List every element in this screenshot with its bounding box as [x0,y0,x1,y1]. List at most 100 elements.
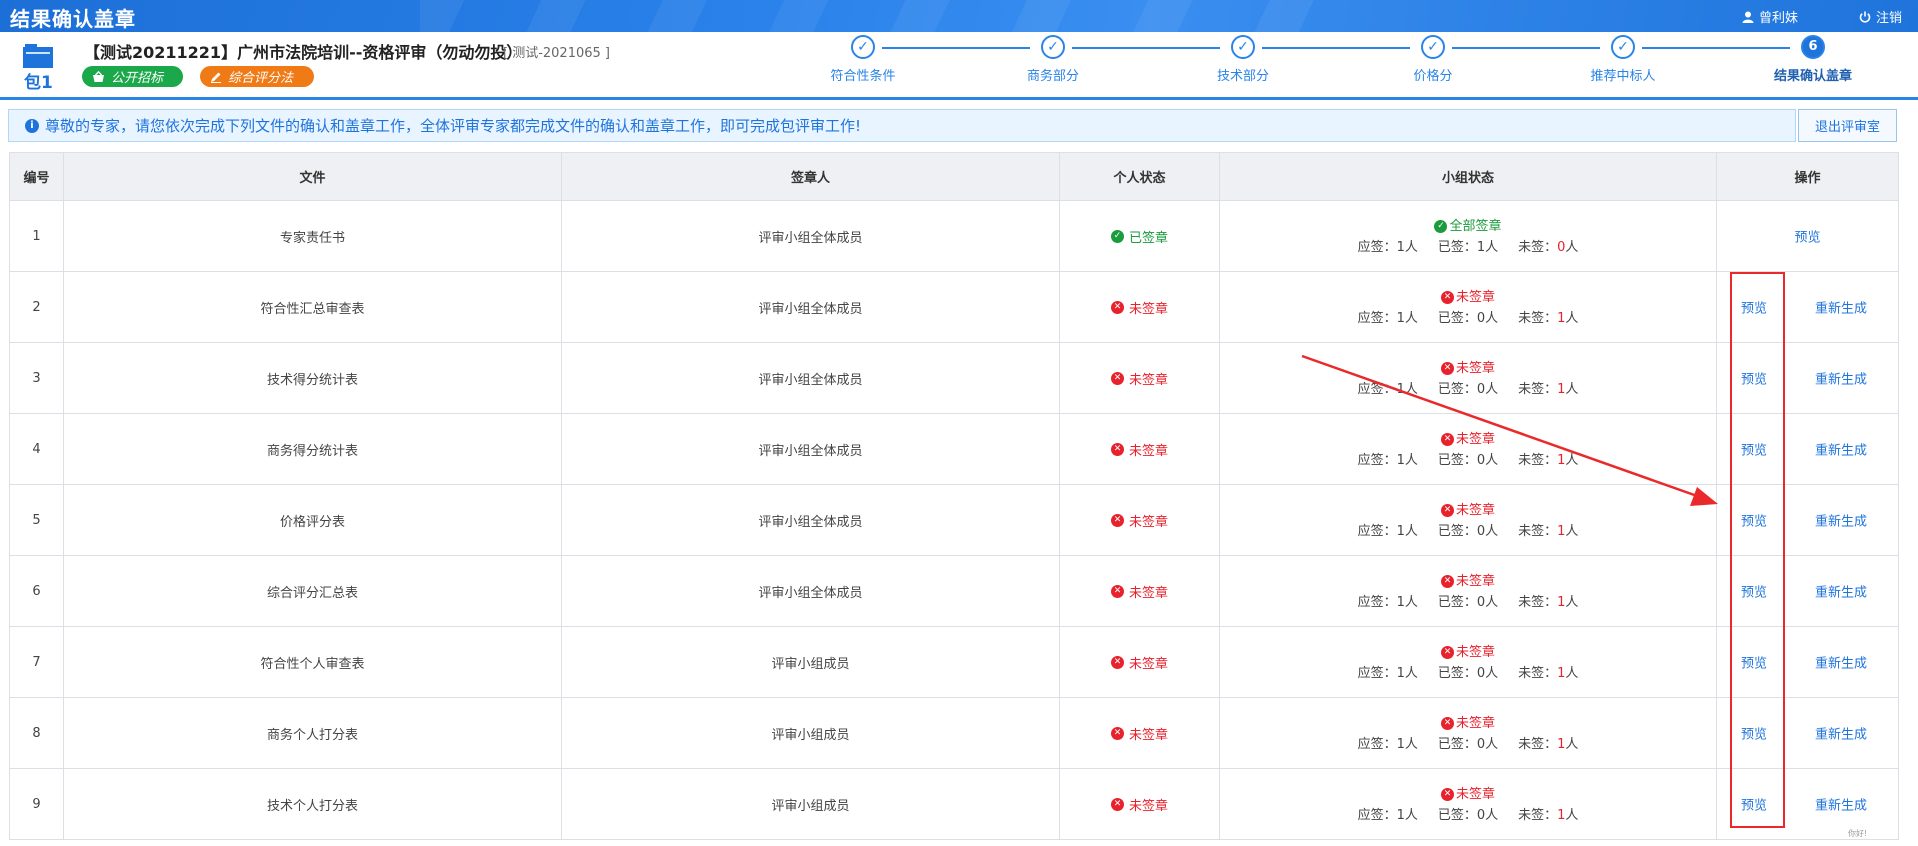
unsigned-count: 未签：1人 [1518,382,1578,397]
cell-file: 符合性个人审查表 [63,626,562,698]
regenerate-link[interactable]: 重新生成 [1815,724,1867,743]
step-label: 推荐中标人 [1590,69,1656,84]
user-icon [1742,11,1754,23]
cell-group-status: ✕ 未签章 应签：1人 已签：0人 未签：1人 [1219,413,1717,485]
progress-steps: ✓ 符合性条件 ✓ 商务部分 ✓ 技术部分 ✓ 价格分 ✓ 推荐中标人 6 结果… [760,32,1918,100]
group-status: ✕ 未签章 [1440,429,1495,450]
group-status-label: 未签章 [1455,645,1495,660]
step-check-icon: ✓ [851,35,875,59]
group-status: ✕ 未签章 [1440,287,1495,308]
x-circle-icon: ✕ [1110,797,1124,811]
step-recommend[interactable]: ✓ 推荐中标人 [1553,35,1693,84]
regenerate-link[interactable]: 重新生成 [1815,582,1867,601]
regenerate-link[interactable]: 重新生成 [1815,795,1867,814]
cell-no: 3 [9,342,64,414]
unsigned-unit: 人 [1565,311,1579,326]
preview-link[interactable]: 预览 [1741,582,1767,601]
cell-signer: 评审小组成员 [561,626,1060,698]
power-icon [1859,11,1871,23]
regenerate-link[interactable]: 重新生成 [1815,298,1867,317]
personal-status: ✕ 未签章 [1110,298,1168,317]
cell-group-status: ✕ 未签章 应签：1人 已签：0人 未签：1人 [1219,271,1717,343]
cell-actions: 预览 重新生成 [1716,271,1899,343]
personal-status-label: 未签章 [1128,656,1168,672]
preview-link[interactable]: 预览 [1741,298,1767,317]
cell-signer: 评审小组全体成员 [561,200,1060,272]
preview-link[interactable]: 预览 [1741,440,1767,459]
project-title: 【测试20211221】广州市法院培训--资格评审（勿动勿投） [84,43,523,62]
step-technical[interactable]: ✓ 技术部分 [1173,35,1313,84]
unsigned-label: 未签： [1518,240,1558,255]
preview-link[interactable]: 预览 [1741,653,1767,672]
tag-label: 公开招标 [111,71,164,86]
should-sign-count: 应签：1人 [1357,595,1418,610]
sign-counts: 应签：1人 已签：0人 未签：1人 [1220,734,1716,755]
user-menu[interactable]: 曾利妹 [1742,7,1798,26]
personal-status: ✕ 未签章 [1110,795,1168,814]
regenerate-link[interactable]: 重新生成 [1815,511,1867,530]
documents-table: 编号 文件 签章人 个人状态 小组状态 操作 1 专家责任书 评审小组全体成员 ✓ 已签… [9,152,1899,840]
sign-counts: 应签：1人 已签：0人 未签：1人 [1220,592,1716,613]
unsigned-unit: 人 [1565,453,1579,468]
preview-link[interactable]: 预览 [1717,227,1898,246]
notice-bar: i 尊敬的专家，请您依次完成下列文件的确认和盖章工作，全体评审专家都完成文件的确… [8,109,1796,142]
column-header-group-status: 小组状态 [1219,152,1717,201]
cell-no: 9 [9,768,64,840]
x-circle-icon: ✕ [1110,442,1124,456]
sign-counts: 应签：1人 已签：0人 未签：1人 [1220,308,1716,329]
signed-count: 已签：0人 [1437,524,1499,539]
table-row: 5 价格评分表 评审小组全体成员 ✕ 未签章 ✕ 未签章 应签：1人 已签：0人 未签：1人 预览重… [9,484,1899,556]
app-title: 结果确认盖章 [10,7,136,31]
pencil-icon [211,72,221,83]
info-icon: i [25,118,39,133]
unsigned-count: 未签：1人 [1518,453,1578,468]
group-status: ✓ 全部签章 [1434,216,1502,237]
step-compliance[interactable]: ✓ 符合性条件 [793,35,933,84]
signed-count: 已签：0人 [1437,382,1499,397]
cell-signer: 评审小组全体成员 [561,271,1060,343]
group-status-label: 未签章 [1455,361,1495,376]
cell-group-status: ✕ 未签章 应签：1人 已签：0人 未签：1人 [1219,555,1717,627]
cell-actions: 预览 重新生成 [1716,484,1899,556]
tag-bidding-method: 公开招标 [82,66,183,87]
step-check-icon: ✓ [1611,35,1635,59]
cell-no: 1 [9,200,64,272]
step-price[interactable]: ✓ 价格分 [1363,35,1503,84]
preview-link[interactable]: 预览 [1741,795,1767,814]
step-check-icon: ✓ [1231,35,1255,59]
unsigned-unit: 人 [1565,808,1579,823]
column-header-signer: 签章人 [561,152,1060,201]
regenerate-link[interactable]: 重新生成 [1815,369,1867,388]
cell-no: 7 [9,626,64,698]
preview-link[interactable]: 预览 [1741,369,1767,388]
sign-counts: 应签：1人 已签：0人 未签：1人 [1220,663,1716,684]
preview-link[interactable]: 预览 [1741,724,1767,743]
group-status-label: 未签章 [1455,716,1495,731]
step-confirm-seal[interactable]: 6 结果确认盖章 [1743,35,1883,84]
exit-review-room-button[interactable]: 退出评审室 [1798,109,1897,142]
x-circle-icon: ✕ [1110,655,1124,669]
should-sign-count: 应签：1人 [1357,666,1418,681]
unsigned-label: 未签： [1518,666,1558,681]
cell-personal-status: ✕ 未签章 [1059,342,1220,414]
unsigned-count: 未签：1人 [1518,595,1578,610]
logout-button[interactable]: 注销 [1859,7,1902,26]
step-business[interactable]: ✓ 商务部分 [983,35,1123,84]
cell-personal-status: ✕ 未签章 [1059,271,1220,343]
check-circle-icon: ✓ [1110,229,1124,243]
x-circle-icon: ✕ [1440,788,1454,801]
regenerate-link[interactable]: 重新生成 [1815,653,1867,672]
package-label: 包1 [24,73,53,93]
personal-status-label: 未签章 [1128,372,1168,388]
cell-group-status: ✕ 未签章 应签：1人 已签：0人 未签：1人 [1219,484,1717,556]
unsigned-count: 未签：1人 [1518,524,1578,539]
unsigned-count: 未签：1人 [1518,808,1578,823]
unsigned-count: 未签：1人 [1518,666,1578,681]
cell-no: 8 [9,697,64,769]
project-code: [ 测试-2021065 ] [503,46,610,61]
regenerate-link[interactable]: 重新生成 [1815,440,1867,459]
corner-note: 你好! [1848,829,1868,838]
x-circle-icon: ✕ [1110,584,1124,598]
preview-link[interactable]: 预览 [1741,511,1767,530]
should-sign-count: 应签：1人 [1357,240,1418,255]
